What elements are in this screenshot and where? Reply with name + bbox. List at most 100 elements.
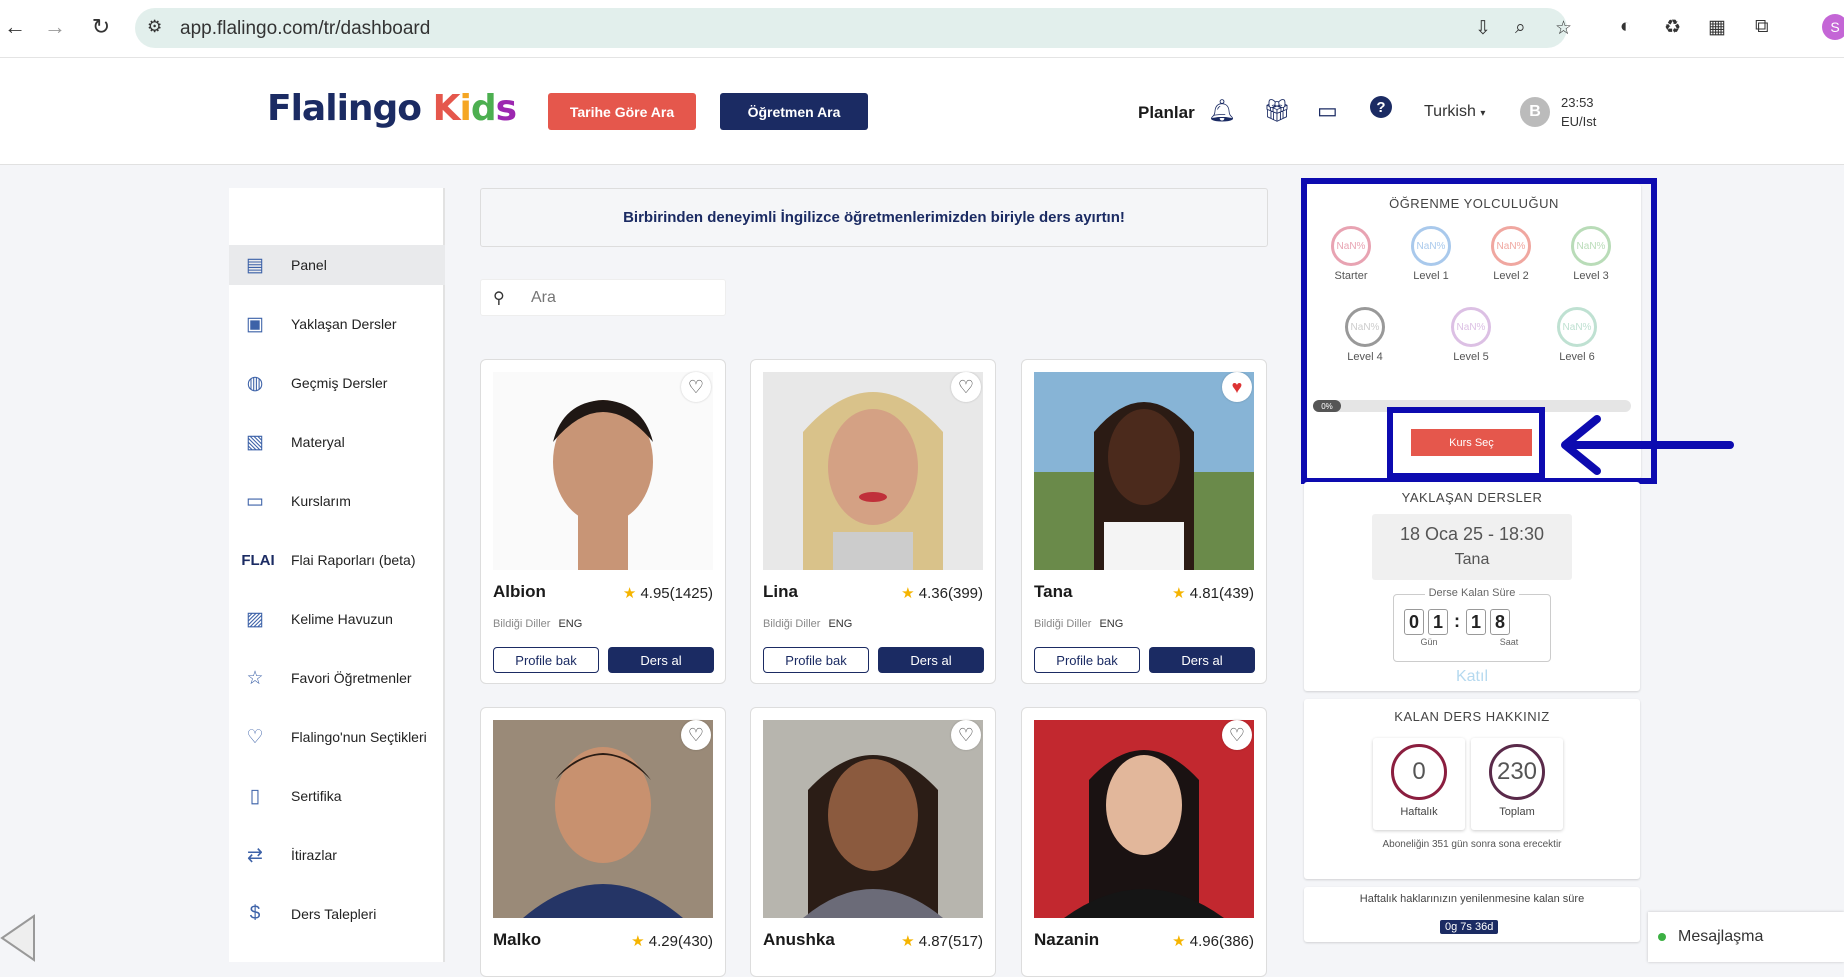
back-icon[interactable]: ← — [0, 12, 30, 42]
teacher-photo[interactable] — [763, 720, 983, 918]
sidebar-item-words[interactable]: ▨ Kelime Havuzun — [229, 599, 445, 639]
favorite-icon: ☆ — [246, 667, 264, 689]
weekly-credits: 0 Haftalık — [1373, 738, 1465, 830]
book-lesson-button[interactable]: Ders al — [608, 647, 714, 673]
flalingo-kids-logo[interactable]: Flalingo Kids — [267, 88, 517, 129]
teacher-name: Malko — [493, 930, 542, 949]
caret-down-icon: ▾ — [1480, 108, 1486, 119]
languages-label: Bildiği Diller — [763, 618, 821, 630]
teacher-photo-placeholder — [523, 747, 683, 918]
install-icon[interactable]: ⇩ — [1475, 17, 1491, 40]
teacher-rating: ★ 4.36(399) — [901, 584, 983, 602]
sidebar-item-label: Flai Raporları (beta) — [291, 552, 416, 568]
book-lesson-button[interactable]: Ders al — [878, 647, 984, 673]
sidebar-item-label: Favori Öğretmenler — [291, 670, 412, 686]
language-select[interactable]: Turkish ▾ — [1424, 103, 1485, 121]
rating-value: 4.95(1425) — [640, 585, 713, 602]
sidebar-item-certificate[interactable]: ▯ Sertifika — [229, 776, 445, 816]
sidebar-item-picks[interactable]: ♡ Flalingo'nun Seçtikleri — [229, 717, 445, 757]
messaging-label: Mesajlaşma — [1678, 928, 1764, 945]
sidebar-item-objections[interactable]: ⇄ İtirazlar — [229, 835, 445, 875]
upcoming-icon: ▣ — [246, 313, 264, 335]
teacher-languages: Bildiği Diller ENG — [493, 618, 582, 630]
online-dot-icon — [1658, 933, 1666, 941]
reload-icon[interactable]: ↻ — [86, 12, 116, 42]
sidebar-item-label: İtirazlar — [291, 847, 337, 863]
sidebar-item-courses[interactable]: ▭ Kurslarım — [229, 481, 445, 521]
view-profile-button[interactable]: Profile bak — [763, 647, 869, 673]
teacher-search[interactable]: ⚲ — [480, 279, 726, 316]
renew-text: Haftalık haklarınızın yenilenmesine kala… — [1359, 893, 1585, 905]
teacher-rating: ★ 4.96(386) — [1172, 932, 1254, 950]
qr-icon[interactable]: ▦ — [1708, 16, 1726, 39]
language-code: ENG — [828, 618, 853, 630]
view-profile-button[interactable]: Profile bak — [1034, 647, 1140, 673]
favorite-heart-icon[interactable]: ♡ — [951, 720, 981, 750]
join-button[interactable]: Katıl — [1304, 668, 1640, 686]
view-profile-button[interactable]: Profile bak — [493, 647, 599, 673]
bell-icon[interactable]: 🔔︎ — [1208, 98, 1236, 124]
subscription-note: Aboneliğin 351 gün sonra sona erecektir — [1382, 839, 1562, 850]
messaging-widget[interactable]: Mesajlaşma — [1648, 912, 1844, 962]
extensions-puzzle-icon[interactable]: ⧉ — [1755, 16, 1769, 38]
sidebar-item-material[interactable]: ▧ Materyal — [229, 422, 445, 462]
bookmark-star-icon[interactable]: ☆ — [1555, 17, 1572, 40]
plans-link[interactable]: Planlar — [1138, 103, 1195, 123]
favorite-heart-icon[interactable]: ♡ — [1222, 720, 1252, 750]
teacher-photo[interactable] — [493, 372, 713, 570]
teacher-photo-placeholder — [803, 392, 943, 570]
chat-icon[interactable]: ▭ — [1317, 98, 1338, 124]
search-input[interactable] — [531, 289, 711, 307]
favorite-heart-icon[interactable]: ♡ — [951, 372, 981, 402]
collapse-arrow-icon[interactable] — [0, 912, 36, 962]
teacher-name: Anushka — [763, 930, 835, 949]
teacher-photo-placeholder — [1064, 750, 1224, 918]
countdown-digit: 0 — [1404, 609, 1424, 635]
teacher-rating: ★ 4.81(439) — [1172, 584, 1254, 602]
forward-icon[interactable]: → — [40, 12, 70, 42]
book-lesson-button[interactable]: Ders al — [1149, 647, 1255, 673]
url-text[interactable]: app.flalingo.com/tr/dashboard — [180, 18, 430, 40]
site-settings-icon[interactable]: ⚙ — [147, 17, 162, 37]
teacher-photo[interactable] — [1034, 372, 1254, 570]
sidebar-item-flai-reports[interactable]: FLAI Flai Raporları (beta) — [229, 540, 445, 580]
language-code: ENG — [558, 618, 583, 630]
teacher-photo-placeholder — [803, 755, 943, 918]
search-teacher-button[interactable]: Öğretmen Ara — [720, 93, 868, 130]
zoom-icon[interactable]: ⌕ — [1515, 17, 1526, 39]
search-by-date-button[interactable]: Tarihe Göre Ara — [548, 93, 696, 130]
user-avatar[interactable]: B — [1520, 97, 1550, 127]
info-banner: Birbirinden deneyimli İngilizce öğretmen… — [480, 188, 1268, 247]
sidebar-item-upcoming[interactable]: ▣ Yaklaşan Dersler — [229, 304, 445, 344]
favorite-heart-icon[interactable]: ♡ — [681, 372, 711, 402]
countdown-title: Derse Kalan Süre — [1394, 587, 1550, 599]
sidebar-item-favorites[interactable]: ☆ Favori Öğretmenler — [229, 658, 445, 698]
credits-title: KALAN DERS HAKKINIZ — [1394, 709, 1550, 724]
next-lesson-box: 18 Oca 25 - 18:30 Tana — [1372, 514, 1572, 580]
browser-profile-avatar[interactable]: S — [1822, 14, 1844, 40]
countdown-digit: 1 — [1428, 609, 1448, 635]
certificate-icon: ▯ — [249, 785, 261, 807]
total-credits-label: Toplam — [1499, 806, 1535, 818]
sidebar-item-label: Kelime Havuzun — [291, 611, 393, 627]
address-bar[interactable]: ⚙ app.flalingo.com/tr/dashboard ⇩ ⌕ ☆ — [135, 8, 1572, 48]
favorite-heart-icon[interactable]: ♡ — [681, 720, 711, 750]
highlight-box-button — [1387, 407, 1545, 479]
extension-icon[interactable]: ◐ — [1620, 16, 1631, 38]
sidebar-item-label: Yaklaşan Dersler — [291, 316, 397, 332]
sidebar-item-requests[interactable]: $ Ders Talepleri — [229, 894, 445, 934]
star-icon: ★ — [901, 933, 915, 950]
teacher-photo[interactable] — [493, 720, 713, 918]
sidebar-item-panel[interactable]: ▤ Panel — [229, 245, 445, 285]
teacher-rating: ★ 4.29(430) — [631, 932, 713, 950]
teacher-photo[interactable] — [1034, 720, 1254, 918]
clock-time: 23:53 — [1561, 95, 1594, 110]
recycle-icon[interactable]: ♻ — [1664, 16, 1681, 39]
material-icon: ▧ — [246, 431, 264, 453]
teacher-card: ♡ Nazanin ★ 4.96(386) — [1021, 707, 1267, 977]
sidebar-item-past[interactable]: ◍ Geçmiş Dersler — [229, 363, 445, 403]
gift-icon[interactable]: 🎁︎ — [1263, 98, 1291, 124]
teacher-photo[interactable] — [763, 372, 983, 570]
favorite-heart-icon[interactable]: ♥ — [1222, 372, 1252, 402]
help-icon[interactable]: ? — [1370, 96, 1392, 118]
